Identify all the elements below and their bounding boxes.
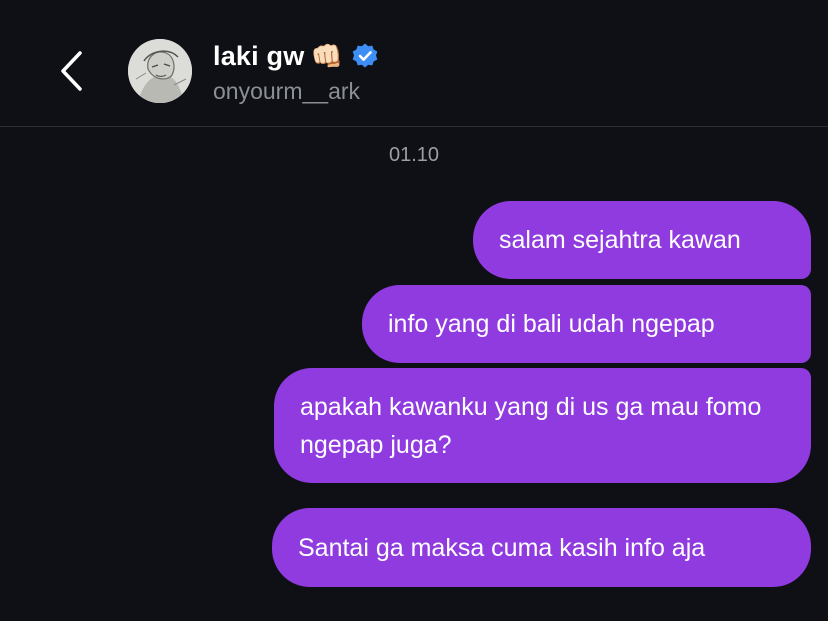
chevron-left-icon [61,51,82,91]
message-timestamp: 01.10 [388,144,440,166]
fist-emoji: 👊🏻 [310,41,343,71]
message-bubble[interactable]: info yang di bali udah ngepap [362,285,811,363]
message-bubble[interactable]: apakah kawanku yang di us ga mau fomo ng… [274,368,811,483]
back-button[interactable] [52,46,92,96]
message-text: Santai ga maksa cuma kasih info aja [298,533,706,562]
message-text: info yang di bali udah ngepap [388,310,715,338]
avatar-image [128,39,192,103]
name-row[interactable]: laki gw 👊🏻 [213,37,379,75]
display-name: laki gw [213,40,305,71]
message-bubble[interactable]: salam sejahtra kawan [473,201,811,279]
verified-badge-icon [352,43,378,68]
message-text: apakah kawanku yang di us ga mau fomo ng… [300,392,762,459]
message-text: salam sejahtra kawan [499,226,741,254]
message-bubble[interactable]: Santai ga maksa cuma kasih info aja [272,508,811,587]
avatar[interactable] [128,39,192,103]
username: onyourm__ark [213,78,361,104]
chat-header: laki gw 👊🏻 onyourm__ark [0,0,828,127]
chat-screen: laki gw 👊🏻 onyourm__ark 01.10 salam seja… [0,0,828,621]
